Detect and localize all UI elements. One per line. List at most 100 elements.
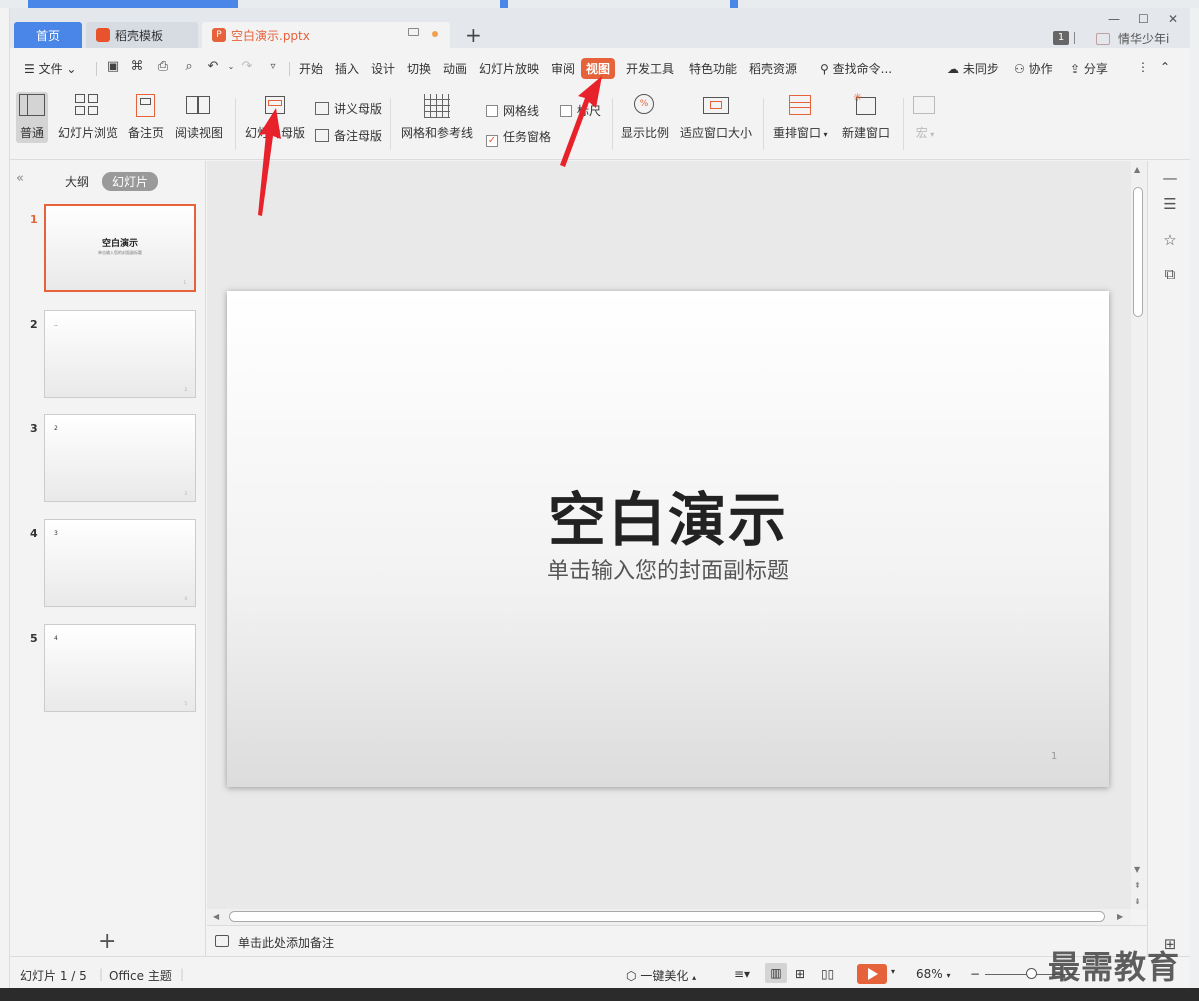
- menu-special-features[interactable]: 特色功能: [689, 60, 737, 77]
- slide-thumbnail-5[interactable]: 4 5: [44, 624, 196, 712]
- scroll-down-icon[interactable]: ▼: [1134, 865, 1140, 874]
- task-pane-label: 任务窗格: [503, 130, 552, 144]
- menu-design[interactable]: 设计: [371, 60, 395, 77]
- new-window-button[interactable]: ✳ 新建窗口: [842, 91, 890, 141]
- tab-outline[interactable]: 大纲: [65, 173, 89, 190]
- gridlines-checkbox[interactable]: 网格线: [486, 102, 539, 119]
- thumbnail-page-number: 4: [184, 596, 187, 601]
- slide-thumbnail-2[interactable]: .. 2: [44, 310, 196, 398]
- next-slide-icon[interactable]: ⇟: [1134, 897, 1141, 906]
- copy-icon[interactable]: ⧉: [1161, 265, 1179, 283]
- menu-transitions[interactable]: 切换: [407, 60, 431, 77]
- file-menu[interactable]: ☰ 文件 ⌄: [24, 60, 76, 77]
- new-tab-button[interactable]: +: [465, 23, 482, 47]
- close-icon[interactable]: ✕: [1168, 12, 1178, 26]
- menu-slideshow[interactable]: 幻灯片放映: [479, 60, 539, 77]
- rearrange-window-button[interactable]: 重排窗口 ▾: [773, 94, 828, 141]
- tab-docer-templates[interactable]: 稻壳模板: [86, 22, 198, 48]
- zoom-slider-handle[interactable]: [1026, 968, 1037, 979]
- share-label: 分享: [1083, 62, 1108, 76]
- menu-developer[interactable]: 开发工具: [626, 60, 674, 77]
- normal-view-status-icon[interactable]: ▥: [765, 963, 787, 983]
- horizontal-scrollbar[interactable]: ◀ ▶: [207, 909, 1131, 925]
- tab-slides[interactable]: 幻灯片: [102, 172, 159, 191]
- tab-home[interactable]: 首页: [14, 22, 82, 48]
- slide-thumbnail-1[interactable]: 空白演示 单击输入您的封面副标题 1: [44, 204, 196, 292]
- slide-sorter-button[interactable]: 幻灯片浏览: [58, 94, 118, 141]
- reading-view-status-icon[interactable]: ▯▯: [821, 967, 834, 981]
- task-pane-checkbox[interactable]: ✓ 任务窗格: [486, 128, 551, 147]
- slide-title[interactable]: 空白演示: [227, 473, 1109, 557]
- previous-slide-icon[interactable]: ⇞: [1134, 881, 1141, 890]
- maximize-icon[interactable]: ☐: [1138, 12, 1149, 26]
- redo-icon[interactable]: ↷: [240, 60, 254, 74]
- print-preview-icon[interactable]: ⌕: [182, 60, 196, 74]
- user-account[interactable]: 情华少年i: [1096, 30, 1169, 47]
- undo-icon[interactable]: ↶: [206, 60, 220, 74]
- ruler-checkbox[interactable]: 标尺: [560, 102, 601, 119]
- theme-name[interactable]: Office 主题: [109, 967, 172, 984]
- menu-animations[interactable]: 动画: [443, 60, 467, 77]
- horizontal-scroll-thumb[interactable]: [229, 911, 1105, 922]
- slide-thumbnail-3[interactable]: 2 3: [44, 414, 196, 502]
- play-slideshow-button[interactable]: [857, 964, 887, 984]
- beautify-button[interactable]: ⬡ 一键美化 ▴: [626, 967, 696, 984]
- background-desktop-strip: [0, 988, 1199, 1001]
- scroll-up-icon[interactable]: ▲: [1134, 165, 1140, 174]
- collapse-ribbon-icon[interactable]: ⌃: [1160, 60, 1170, 74]
- notes-master-button[interactable]: 备注母版: [315, 127, 382, 144]
- notes-pane[interactable]: 单击此处添加备注: [207, 925, 1147, 956]
- status-bar: 幻灯片 1 / 5 | Office 主题 | ⬡ 一键美化 ▴ ≡▾ ▥ ⊞ …: [10, 956, 1190, 988]
- undo-dropdown-icon[interactable]: ⌄: [224, 60, 238, 74]
- scroll-left-icon[interactable]: ◀: [213, 912, 219, 921]
- menu-insert[interactable]: 插入: [335, 60, 359, 77]
- zoom-ratio-button[interactable]: % 显示比例: [621, 94, 669, 141]
- format-painter-icon[interactable]: ⌘: [130, 60, 144, 74]
- more-options-icon[interactable]: ⋮: [1137, 60, 1149, 74]
- ruler-checkbox-box[interactable]: [560, 105, 572, 117]
- grid-and-guides-button[interactable]: 网格和参考线: [401, 94, 473, 141]
- slide-subtitle[interactable]: 单击输入您的封面副标题: [227, 553, 1109, 585]
- zoom-level[interactable]: 68% ▾: [916, 967, 951, 981]
- play-options-dropdown-icon[interactable]: ▾: [891, 967, 895, 976]
- save-icon[interactable]: ▣: [106, 60, 120, 74]
- menu-home[interactable]: 开始: [299, 60, 323, 77]
- menu-docer-resources[interactable]: 稻壳资源: [749, 60, 797, 77]
- fit-window-button[interactable]: 适应窗口大小: [680, 94, 752, 141]
- gridlines-checkbox-box[interactable]: [486, 105, 498, 117]
- align-menu-icon[interactable]: ≡▾: [734, 967, 750, 981]
- customize-quick-access-icon[interactable]: ▿: [266, 60, 280, 74]
- menu-review[interactable]: 审阅: [551, 60, 575, 77]
- monitor-icon[interactable]: [408, 28, 419, 36]
- reading-view-button[interactable]: 阅读视图: [175, 94, 223, 141]
- notes-master-label: 备注母版: [334, 129, 383, 143]
- collaborate-button[interactable]: ⚇ 协作: [1014, 60, 1053, 77]
- tab-document[interactable]: P 空白演示.pptx: [202, 22, 450, 48]
- current-slide[interactable]: 空白演示 单击输入您的封面副标题 1: [227, 291, 1109, 787]
- window-count-badge[interactable]: 1: [1053, 31, 1069, 45]
- slide-master-button[interactable]: 幻灯片母版: [245, 94, 305, 141]
- scroll-right-icon[interactable]: ▶: [1117, 912, 1123, 921]
- macro-button[interactable]: 宏 ▾: [912, 94, 938, 141]
- normal-view-button[interactable]: 普通: [16, 92, 48, 143]
- zoom-out-icon[interactable]: −: [970, 967, 980, 981]
- collapse-panel-icon[interactable]: «: [16, 171, 24, 186]
- checkmark-icon[interactable]: ✓: [486, 135, 498, 147]
- wps-presentation-window: 首页 稻壳模板 P 空白演示.pptx + 1 情华少年i — ☐ ✕ ☰ 文件…: [10, 8, 1190, 988]
- share-button[interactable]: ⇪ 分享: [1070, 60, 1108, 77]
- settings-sliders-icon[interactable]: ☰: [1161, 195, 1179, 213]
- minimize-icon[interactable]: —: [1108, 12, 1120, 26]
- slide-thumbnail-4[interactable]: 3 4: [44, 519, 196, 607]
- slide-sorter-status-icon[interactable]: ⊞: [795, 967, 805, 981]
- vertical-scroll-thumb[interactable]: [1133, 187, 1143, 317]
- print-icon[interactable]: ⎙: [156, 60, 170, 74]
- handout-master-button[interactable]: 讲义母版: [315, 100, 382, 117]
- command-search[interactable]: ⚲ 查找命令...: [820, 60, 892, 77]
- add-slide-button[interactable]: +: [98, 929, 116, 954]
- menu-view[interactable]: 视图: [581, 58, 616, 79]
- star-animation-icon[interactable]: ☆: [1161, 231, 1179, 249]
- vertical-scrollbar[interactable]: ▲ ▼ ⇞ ⇟: [1131, 161, 1147, 909]
- sync-status[interactable]: ☁ 未同步: [947, 60, 999, 77]
- notes-page-button[interactable]: 备注页: [128, 94, 164, 141]
- notes-placeholder[interactable]: 单击此处添加备注: [238, 934, 334, 951]
